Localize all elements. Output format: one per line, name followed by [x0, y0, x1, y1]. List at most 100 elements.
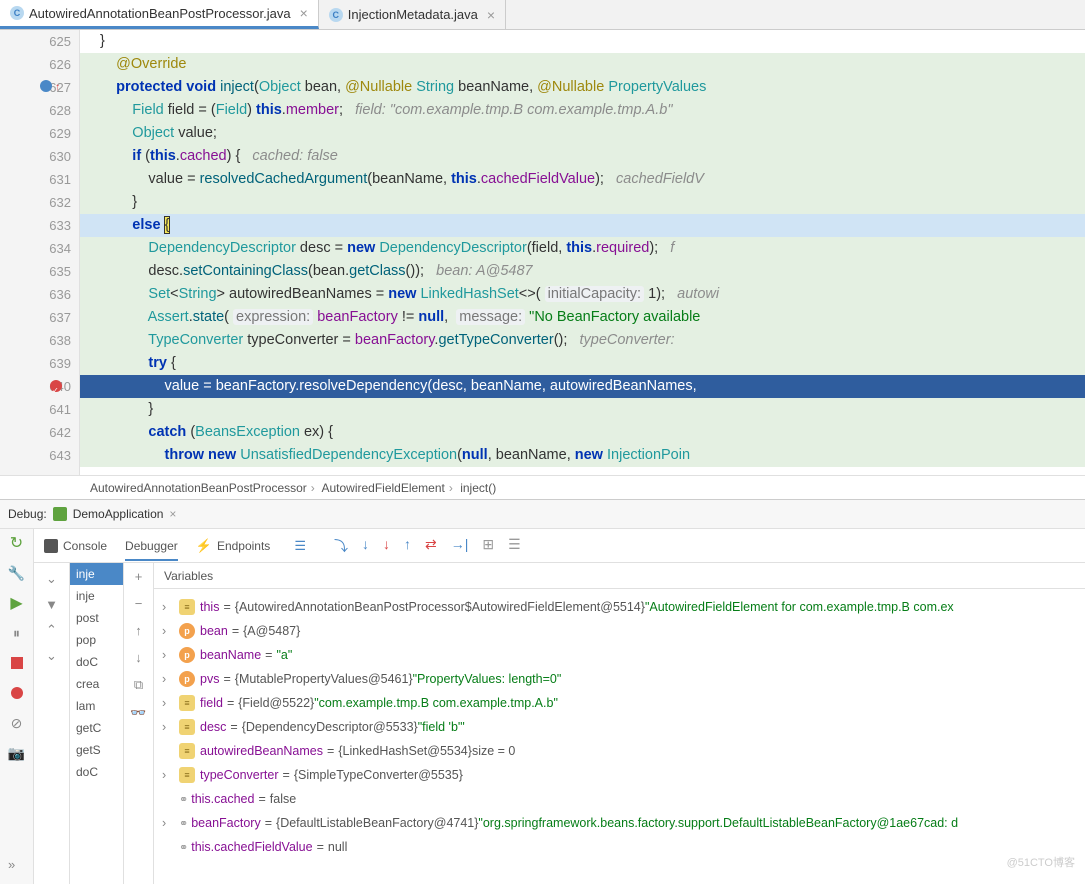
expand-icon[interactable]: ›: [162, 600, 174, 614]
step-over-icon[interactable]: ⤵: [334, 536, 348, 556]
variables-panel: Variables ›≡this = {AutowiredAnnotationB…: [154, 563, 1085, 884]
line-num: 633: [0, 214, 71, 237]
tab-file-1[interactable]: C AutowiredAnnotationBeanPostProcessor.j…: [0, 0, 319, 29]
settings-icon[interactable]: 🔧: [9, 565, 25, 581]
remove-watch-icon[interactable]: −: [135, 596, 143, 611]
debug-label: Debug:: [8, 507, 47, 521]
variable-row[interactable]: ›≡this = {AutowiredAnnotationBeanPostPro…: [154, 595, 1085, 619]
expand-icon[interactable]: ›: [162, 696, 174, 710]
step-into-icon[interactable]: ↓: [362, 536, 369, 556]
breadcrumb[interactable]: AutowiredAnnotationBeanPostProcessor› Au…: [0, 475, 1085, 499]
expand-icon[interactable]: ›: [162, 672, 174, 686]
variable-row[interactable]: ≡autowiredBeanNames = {LinkedHashSet@553…: [154, 739, 1085, 763]
variable-row[interactable]: ›⚭beanFactory = {DefaultListableBeanFact…: [154, 811, 1085, 835]
code-text[interactable]: } @Override protected void inject(Object…: [80, 30, 1085, 475]
frame-item[interactable]: inje: [70, 585, 123, 607]
force-step-into-icon[interactable]: ↓: [383, 536, 390, 556]
up-icon[interactable]: ↑: [135, 623, 142, 638]
variable-row[interactable]: ›pbean = {A@5487}: [154, 619, 1085, 643]
frame-item[interactable]: pop: [70, 629, 123, 651]
chevron-down-icon[interactable]: ⌄: [46, 571, 57, 587]
chevron-down-icon[interactable]: ⌄: [46, 648, 57, 664]
link-icon: ⚭: [179, 841, 186, 854]
tab-file-2[interactable]: C InjectionMetadata.java ×: [319, 0, 506, 29]
filter-icon[interactable]: ▼: [45, 597, 58, 612]
variable-row[interactable]: ›≡desc = {DependencyDescriptor@5533} "fi…: [154, 715, 1085, 739]
drop-frame-icon[interactable]: ⇄: [425, 536, 437, 556]
frame-item[interactable]: getS: [70, 739, 123, 761]
variable-row[interactable]: ⚭this.cached = false: [154, 787, 1085, 811]
tab-debugger[interactable]: Debugger: [125, 539, 178, 561]
rerun-icon[interactable]: ↻: [9, 535, 25, 551]
variable-row[interactable]: ⚭this.cachedFieldValue = null: [154, 835, 1085, 859]
run-config-icon: [53, 507, 67, 521]
variable-row[interactable]: ›ppvs = {MutablePropertyValues@5461} "Pr…: [154, 667, 1085, 691]
frame-item[interactable]: crea: [70, 673, 123, 695]
copy-icon[interactable]: ⧉: [134, 677, 143, 693]
override-marker-icon[interactable]: [40, 80, 52, 92]
debug-panel: ↻ 🔧 ▶ ⏸ ⊘ 📷 Console Debugger ⚡ Endpoints…: [0, 529, 1085, 884]
param-icon: p: [179, 671, 195, 687]
line-num: 639: [0, 352, 71, 375]
breadcrumb-item[interactable]: AutowiredAnnotationBeanPostProcessor: [90, 481, 307, 495]
snapshot-icon[interactable]: 📷: [9, 745, 25, 761]
line-num: 628: [0, 99, 71, 122]
stop-icon[interactable]: [9, 655, 25, 671]
expand-icon[interactable]: ›: [162, 816, 174, 830]
more-icon[interactable]: »: [8, 857, 15, 872]
line-num: 626: [0, 53, 71, 76]
field-icon: ≡: [179, 743, 195, 759]
line-num: 629: [0, 122, 71, 145]
breakpoint-icon[interactable]: [50, 380, 62, 392]
chevron-up-icon[interactable]: ⌃: [46, 622, 57, 638]
link-icon: ⚭: [179, 817, 186, 830]
frame-item[interactable]: getC: [70, 717, 123, 739]
field-icon: ≡: [179, 719, 195, 735]
run-to-cursor-icon[interactable]: →|: [451, 536, 469, 556]
evaluate-icon[interactable]: ⊞: [482, 536, 494, 556]
expand-icon[interactable]: ›: [162, 648, 174, 662]
breakpoint-view-icon[interactable]: [9, 685, 25, 701]
close-icon[interactable]: ×: [169, 507, 176, 521]
threads-icon[interactable]: ☰: [294, 538, 306, 554]
endpoint-icon: ⚡: [196, 538, 212, 554]
arrow-up-icon: ↑: [55, 76, 60, 99]
glasses-icon[interactable]: 👓: [130, 705, 146, 721]
variable-row[interactable]: ›≡field = {Field@5522} "com.example.tmp.…: [154, 691, 1085, 715]
frame-item[interactable]: doC: [70, 651, 123, 673]
expand-icon[interactable]: ›: [162, 624, 174, 638]
expand-icon[interactable]: ›: [162, 768, 174, 782]
down-icon[interactable]: ↓: [135, 650, 142, 665]
expand-icon[interactable]: ›: [162, 720, 174, 734]
variables-header: Variables: [154, 563, 1085, 589]
pause-icon[interactable]: ⏸: [9, 625, 25, 641]
close-icon[interactable]: ×: [487, 7, 495, 23]
variable-row[interactable]: ›pbeanName = "a": [154, 643, 1085, 667]
run-config-name[interactable]: DemoApplication: [73, 507, 164, 521]
add-watch-icon[interactable]: +: [135, 569, 143, 584]
frame-item[interactable]: post: [70, 607, 123, 629]
tab-console[interactable]: Console: [44, 539, 107, 553]
debug-tabs: Console Debugger ⚡ Endpoints ☰ ⤵ ↓ ↓ ↑ ⇄…: [34, 529, 1085, 563]
breadcrumb-item[interactable]: AutowiredFieldElement: [321, 481, 444, 495]
variables-tree[interactable]: ›≡this = {AutowiredAnnotationBeanPostPro…: [154, 589, 1085, 884]
resume-icon[interactable]: ▶: [9, 595, 25, 611]
frame-item[interactable]: lam: [70, 695, 123, 717]
java-class-icon: C: [10, 6, 24, 20]
more-icon[interactable]: ☰: [508, 536, 521, 556]
step-out-icon[interactable]: ↑: [404, 536, 411, 556]
frame-item[interactable]: doC: [70, 761, 123, 783]
line-num: 643: [0, 444, 71, 467]
tab-label: AutowiredAnnotationBeanPostProcessor.jav…: [29, 6, 291, 21]
line-num: 627↑: [0, 76, 71, 99]
line-num: 635: [0, 260, 71, 283]
tab-endpoints[interactable]: ⚡ Endpoints: [196, 538, 271, 554]
step-controls: ⤵ ↓ ↓ ↑ ⇄ →| ⊞ ☰: [334, 536, 521, 556]
mute-breakpoints-icon[interactable]: ⊘: [9, 715, 25, 731]
field-icon: ≡: [179, 767, 195, 783]
breadcrumb-item[interactable]: inject(): [460, 481, 496, 495]
variable-row[interactable]: ›≡typeConverter = {SimpleTypeConverter@5…: [154, 763, 1085, 787]
code-editor: 625 626 627↑ 628 629 630 631 632 633 634…: [0, 30, 1085, 475]
close-icon[interactable]: ×: [300, 5, 308, 21]
frame-item[interactable]: inje: [70, 563, 123, 585]
